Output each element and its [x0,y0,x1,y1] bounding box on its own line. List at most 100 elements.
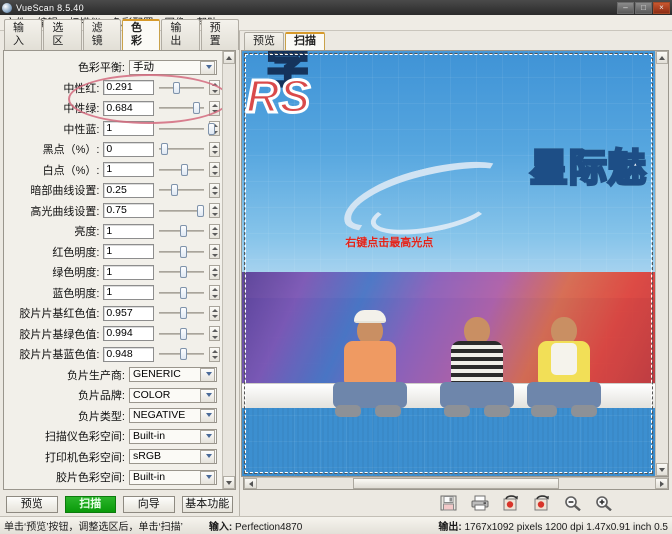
minimize-button[interactable]: – [617,2,634,14]
save-icon[interactable] [440,495,459,512]
setting-stepper[interactable] [209,265,220,280]
setting-stepper[interactable] [209,142,220,157]
scan-preview-image[interactable]: 字 RS 星际魅 [242,51,655,476]
setting-slider[interactable] [159,142,205,156]
tab-输出[interactable]: 输出 [161,19,199,50]
setting-slider[interactable] [159,347,205,361]
slider-thumb[interactable] [180,225,187,237]
stepper-down-icon[interactable] [210,334,219,341]
setting-stepper[interactable] [209,285,220,300]
preview-scroll-up-icon[interactable] [656,51,668,64]
setting-stepper[interactable] [209,162,220,177]
setting-value-input[interactable]: 0.25 [103,183,153,198]
tab-扫描[interactable]: 扫描 [285,32,325,50]
setting-slider[interactable] [159,101,205,115]
slider-thumb[interactable] [180,348,187,360]
setting-dropdown[interactable]: NEGATIVE [129,408,217,423]
maximize-button[interactable]: □ [635,2,652,14]
print-icon[interactable] [471,495,490,512]
stepper-down-icon[interactable] [210,272,219,279]
preview-scroll-right-icon[interactable] [655,478,668,489]
setting-dropdown[interactable]: sRGB [129,449,217,464]
preview-horizontal-scrollbar[interactable] [243,477,669,490]
preview-vertical-scrollbar[interactable] [655,51,668,476]
setting-stepper[interactable] [209,80,220,95]
action-button-扫描[interactable]: 扫描 [65,496,117,513]
setting-dropdown[interactable]: Built-in [129,470,217,485]
stepper-down-icon[interactable] [210,313,219,320]
rotate-left-icon[interactable] [502,495,521,512]
slider-thumb[interactable] [208,123,215,135]
setting-slider[interactable] [159,183,205,197]
slider-thumb[interactable] [180,266,187,278]
setting-stepper[interactable] [209,306,220,321]
setting-slider[interactable] [159,81,205,95]
setting-slider[interactable] [159,286,205,300]
setting-stepper[interactable] [209,101,220,116]
stepper-down-icon[interactable] [210,354,219,361]
slider-thumb[interactable] [171,184,178,196]
slider-thumb[interactable] [193,102,200,114]
tab-输入[interactable]: 输入 [4,19,42,50]
setting-dropdown[interactable]: GENERIC [129,367,217,382]
setting-slider[interactable] [159,224,205,238]
setting-slider[interactable] [159,204,205,218]
setting-slider[interactable] [159,163,205,177]
setting-value-input[interactable]: 1 [103,285,153,300]
left-panel-scrollbar[interactable] [222,51,235,489]
setting-value-input[interactable]: 0.684 [103,101,153,116]
zoom-out-icon[interactable] [564,495,583,512]
slider-thumb[interactable] [180,287,187,299]
setting-stepper[interactable] [209,244,220,259]
setting-value-input[interactable]: 1 [103,224,153,239]
zoom-in-icon[interactable] [595,495,614,512]
preview-hscroll-track[interactable] [257,478,655,489]
stepper-down-icon[interactable] [210,108,219,115]
rotate-right-icon[interactable] [533,495,552,512]
stepper-down-icon[interactable] [210,211,219,218]
stepper-down-icon[interactable] [210,149,219,156]
tab-滤镜[interactable]: 滤镜 [83,19,121,50]
setting-stepper[interactable] [209,224,220,239]
scroll-down-icon[interactable] [223,476,235,489]
setting-value-input[interactable]: 0.75 [103,203,153,218]
setting-slider[interactable] [159,306,205,320]
setting-slider[interactable] [159,245,205,259]
tab-色彩[interactable]: 色彩 [122,19,160,50]
preview-scroll-track[interactable] [656,64,668,463]
slider-thumb[interactable] [197,205,204,217]
slider-thumb[interactable] [161,143,168,155]
stepper-down-icon[interactable] [210,293,219,300]
setting-value-input[interactable]: 1 [103,244,153,259]
setting-stepper[interactable] [209,326,220,341]
stepper-down-icon[interactable] [210,190,219,197]
tab-选区[interactable]: 选区 [43,19,81,50]
action-button-基本功能[interactable]: 基本功能 [182,496,234,513]
preview-hscroll-thumb[interactable] [353,478,560,489]
setting-value-input[interactable]: 1 [103,162,153,177]
setting-value-input[interactable]: 0 [103,142,153,157]
action-button-向导[interactable]: 向导 [123,496,175,513]
slider-thumb[interactable] [181,164,188,176]
setting-stepper[interactable] [209,183,220,198]
preview-scroll-down-icon[interactable] [656,463,668,476]
setting-dropdown[interactable]: 手动 [129,60,217,75]
slider-thumb[interactable] [180,246,187,258]
close-button[interactable]: × [653,2,670,14]
slider-thumb[interactable] [173,82,180,94]
setting-stepper[interactable] [209,347,220,362]
scroll-track[interactable] [223,64,235,476]
stepper-down-icon[interactable] [210,231,219,238]
setting-slider[interactable] [159,327,205,341]
tab-预览[interactable]: 预览 [244,32,284,50]
setting-value-input[interactable]: 1 [103,265,153,280]
scroll-up-icon[interactable] [223,51,235,64]
setting-value-input[interactable]: 0.291 [103,80,153,95]
setting-dropdown[interactable]: Built-in [129,429,217,444]
setting-value-input[interactable]: 1 [103,121,153,136]
setting-value-input[interactable]: 0.994 [103,326,153,341]
setting-slider[interactable] [159,265,205,279]
tab-预置[interactable]: 预置 [201,19,239,50]
setting-slider[interactable] [159,122,205,136]
slider-thumb[interactable] [180,328,187,340]
